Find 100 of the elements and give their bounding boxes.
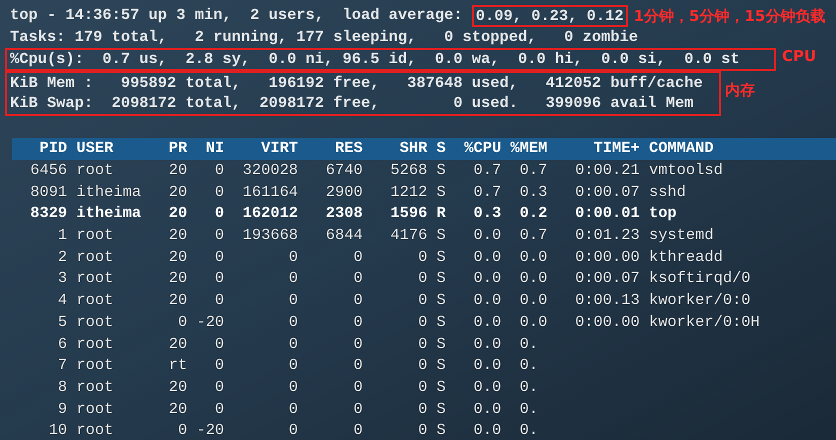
column-header: %CPU	[463, 138, 502, 160]
load-average-values: 0.09, 0.23, 0.12	[472, 4, 628, 26]
table-cell-text: 20	[168, 268, 188, 290]
table-cell-text: 20	[168, 160, 188, 182]
table-cell-text: 20	[168, 182, 188, 203]
table-cell-text: 0:01.23	[574, 225, 640, 246]
table-cell-text: 4176	[389, 225, 428, 246]
table-cell-text: 0	[214, 160, 224, 182]
table-cell-text: 2308	[324, 203, 363, 224]
table-cell-text: 5	[56, 312, 68, 333]
table-cell-text: 0	[288, 290, 298, 312]
table-cell-text: 0	[417, 268, 428, 290]
table-cell-text: S	[436, 355, 446, 376]
table-cell-text: 0.	[518, 376, 540, 398]
summary-line: KiB Swap: 2098172 total, 2098172 free, 0 used. 399096 avail Mem	[10, 93, 694, 113]
table-cell-text: 0	[417, 355, 428, 376]
table-cell-text: S	[436, 225, 446, 246]
column-header: TIME+	[592, 138, 640, 160]
table-cell-text: 0.0	[472, 376, 502, 398]
table-cell-text: S	[436, 420, 446, 440]
table-cell-text: 0	[417, 420, 428, 440]
table-cell-text: root	[75, 398, 114, 420]
table-cell-text: 0:00.00	[574, 312, 640, 333]
table-cell-text: 0	[214, 398, 224, 420]
table-cell-text: 0.7	[518, 225, 548, 246]
table-cell-text: root	[75, 268, 114, 290]
table-cell-text: 0.7	[472, 182, 502, 203]
table-cell-text: 20	[168, 334, 188, 355]
table-cell-text: root	[75, 376, 114, 398]
summary-line: Tasks: 179 total, 2 running, 177 sleeping, 0 stopped, 0 zombie	[10, 28, 638, 46]
table-cell-text: root	[75, 334, 114, 355]
table-cell-text: ksoftirqd/0	[648, 268, 751, 290]
table-cell-text: 0	[288, 420, 298, 440]
table-cell-text: 162012	[242, 203, 298, 224]
table-cell-text: S	[436, 376, 446, 398]
table-cell-text: itheima	[75, 182, 142, 203]
table-cell-text: 0.0	[472, 225, 502, 246]
table-cell-text: 0:00.13	[574, 290, 640, 312]
table-cell-text: 2900	[324, 182, 363, 203]
annotation-label: CPU	[782, 46, 816, 66]
table-cell-text: 0	[214, 203, 224, 224]
table-cell-text: R	[436, 203, 446, 224]
table-cell-text: -20	[195, 312, 224, 333]
table-cell-text: root	[75, 225, 114, 246]
table-cell-text: 0	[288, 268, 298, 290]
table-cell-text: 0	[176, 312, 188, 333]
table-cell-text: sshd	[648, 182, 686, 203]
table-cell-text: S	[436, 334, 446, 355]
table-cell-text: 10	[48, 420, 68, 440]
column-header: RES	[334, 138, 363, 160]
table-cell-text: 0.3	[472, 203, 502, 224]
table-cell-text: 20	[168, 225, 188, 246]
table-cell-text: 0.0	[472, 334, 502, 355]
column-header: %MEM	[509, 138, 548, 160]
table-cell-text: 0	[288, 246, 298, 268]
table-cell-text: 0.0	[472, 398, 502, 420]
table-cell-text: -20	[195, 420, 224, 440]
annotation-label: 1分钟，5分钟，15分钟负载	[634, 6, 826, 26]
column-header: SHR	[398, 138, 428, 160]
table-cell-text: top	[648, 203, 677, 224]
table-cell-text: 0	[352, 355, 363, 376]
table-cell-text: 0.	[518, 334, 540, 355]
table-cell-text: kworker/0:0	[648, 290, 751, 312]
summary-line: top - 14:36:57 up 3 min, 2 users, load average:	[10, 4, 464, 26]
table-cell-text: 0.2	[518, 203, 548, 224]
table-cell-text: 0	[214, 246, 224, 268]
table-cell-text: 1212	[389, 182, 428, 203]
table-cell-text: 20	[168, 398, 188, 420]
table-cell-text: S	[436, 398, 446, 420]
column-header: PR	[168, 138, 188, 160]
column-header: PID	[38, 138, 68, 160]
table-cell-text: 0.3	[518, 182, 548, 203]
table-cell-text: 0	[288, 312, 298, 333]
column-header: USER	[75, 138, 114, 160]
table-cell-text: 0	[288, 334, 298, 355]
table-cell-text: 161164	[242, 182, 298, 203]
table-cell-text: 0	[352, 398, 363, 420]
table-cell-text: 20	[168, 376, 188, 398]
table-cell-text: 0:00.21	[574, 160, 640, 182]
table-cell-text: 0	[288, 355, 298, 376]
table-cell-text: 0	[214, 290, 224, 312]
table-cell-text: 320028	[242, 160, 298, 182]
table-cell-text: 0	[417, 246, 428, 268]
table-cell-text: 6	[56, 334, 68, 355]
table-cell-text: 0	[214, 268, 224, 290]
summary-line: %Cpu(s): 0.7 us, 2.8 sy, 0.0 ni, 96.5 id, 0.0 wa, 0.0 hi, 0.0 si, 0.0 st	[10, 50, 740, 68]
table-cell-text: 0	[214, 355, 224, 376]
table-cell-text: kworker/0:0H	[648, 312, 760, 333]
table-cell-text: 0	[417, 376, 428, 398]
table-cell-text: S	[436, 160, 446, 182]
table-cell-text: vmtoolsd	[648, 160, 723, 182]
table-cell-text: 0	[417, 312, 428, 333]
table-cell-text: 1	[56, 225, 68, 246]
column-header: S	[436, 138, 446, 160]
table-cell-text: 8	[56, 376, 68, 398]
table-cell-text: 2	[56, 246, 68, 268]
table-cell-text: 0.0	[472, 312, 502, 333]
table-cell-text: 0	[214, 182, 224, 203]
table-cell-text: S	[436, 182, 446, 203]
table-cell-text: itheima	[75, 203, 142, 224]
